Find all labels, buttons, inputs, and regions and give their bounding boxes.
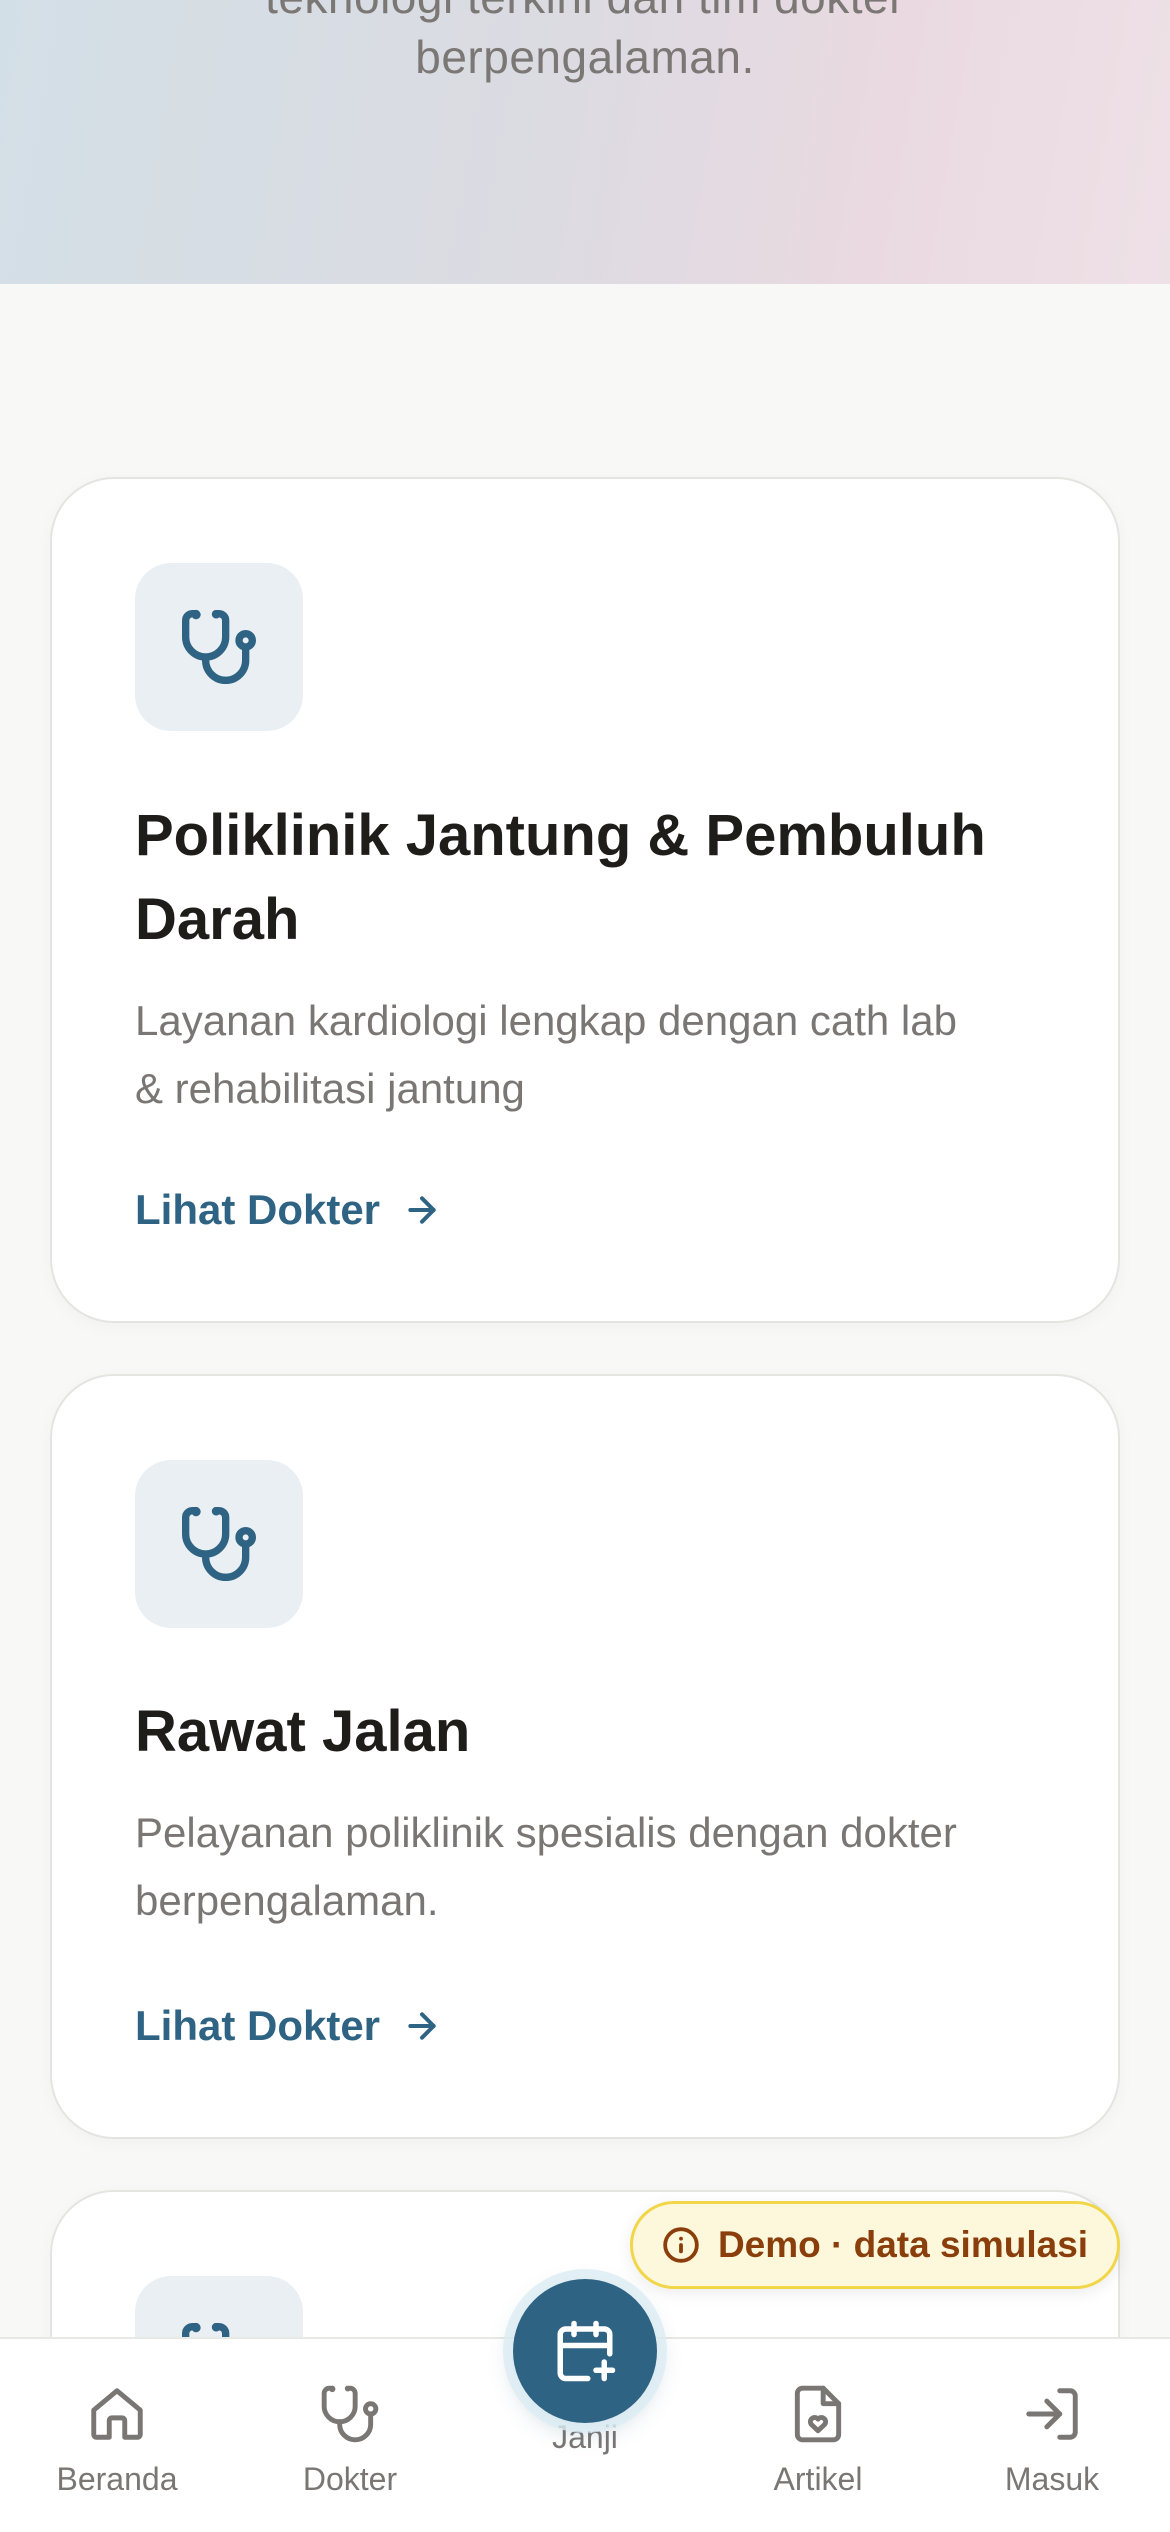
stethoscope-icon [321,2385,379,2443]
info-icon [663,2227,699,2263]
lihat-dokter-link[interactable]: Lihat Dokter [135,1186,442,1234]
service-icon-box [135,1460,303,1628]
service-title-line: Darah [135,887,300,952]
new-appointment-button[interactable] [513,2279,657,2423]
service-card-jantung: Poliklinik Jantung & Pembuluh Darah Laya… [50,477,1120,1323]
link-label: Lihat Dokter [135,1186,381,1233]
link-label: Lihat Dokter [135,2002,381,2049]
service-title: Rawat Jalan [135,1699,471,1764]
nav-label: Dokter [302,2461,398,2497]
service-description: Pelayanan poliklinik spesialis dengan do… [135,1799,1035,1935]
service-desc-line: berpengalaman. [135,1877,439,1924]
calendar-plus-icon [557,2320,616,2382]
hero-text-line-2: berpengalaman. [415,31,755,83]
nav-item-artikel[interactable]: Artikel [718,2339,918,2532]
demo-data-badge: Demo · data simulasi [630,2201,1120,2289]
service-description: Layanan kardiologi lengkap dengan cath l… [135,987,1035,1123]
service-card-rawat-jalan: Rawat Jalan Pelayanan poliklinik spesial… [50,1374,1120,2139]
service-title-line: Poliklinik Jantung & Pembuluh [135,803,986,868]
service-desc-line: Pelayanan poliklinik spesialis dengan do… [135,1809,957,1856]
nav-item-masuk[interactable]: Masuk [952,2339,1152,2532]
login-icon [1026,2388,1078,2440]
arrow-right-icon [408,2012,436,2040]
lihat-dokter-link[interactable]: Lihat Dokter [135,2002,442,2050]
hero-banner: teknologi terkini dan tim dokter berpeng… [0,0,1170,284]
service-title: Poliklinik Jantung & Pembuluh Darah [135,794,1065,962]
demo-badge-label: Demo · data simulasi [717,2224,1089,2265]
nav-label: Masuk [1004,2461,1100,2497]
stethoscope-icon [182,1507,256,1581]
nav-label: Janji [552,2419,618,2455]
nav-label: Artikel [773,2461,863,2497]
service-desc-line: & rehabilitasi jantung [135,1065,525,1112]
home-icon [91,2388,143,2440]
service-icon-box [135,563,303,731]
nav-item-beranda[interactable]: Beranda [17,2339,217,2532]
document-heart-icon [794,2385,842,2443]
nav-item-dokter[interactable]: Dokter [250,2339,450,2532]
stethoscope-icon [182,610,256,684]
service-desc-line: Layanan kardiologi lengkap dengan cath l… [135,997,957,1044]
hero-text-line-1: teknologi terkini dan tim dokter [0,0,1170,24]
arrow-right-icon [408,1196,436,1224]
nav-label: Beranda [56,2461,178,2497]
